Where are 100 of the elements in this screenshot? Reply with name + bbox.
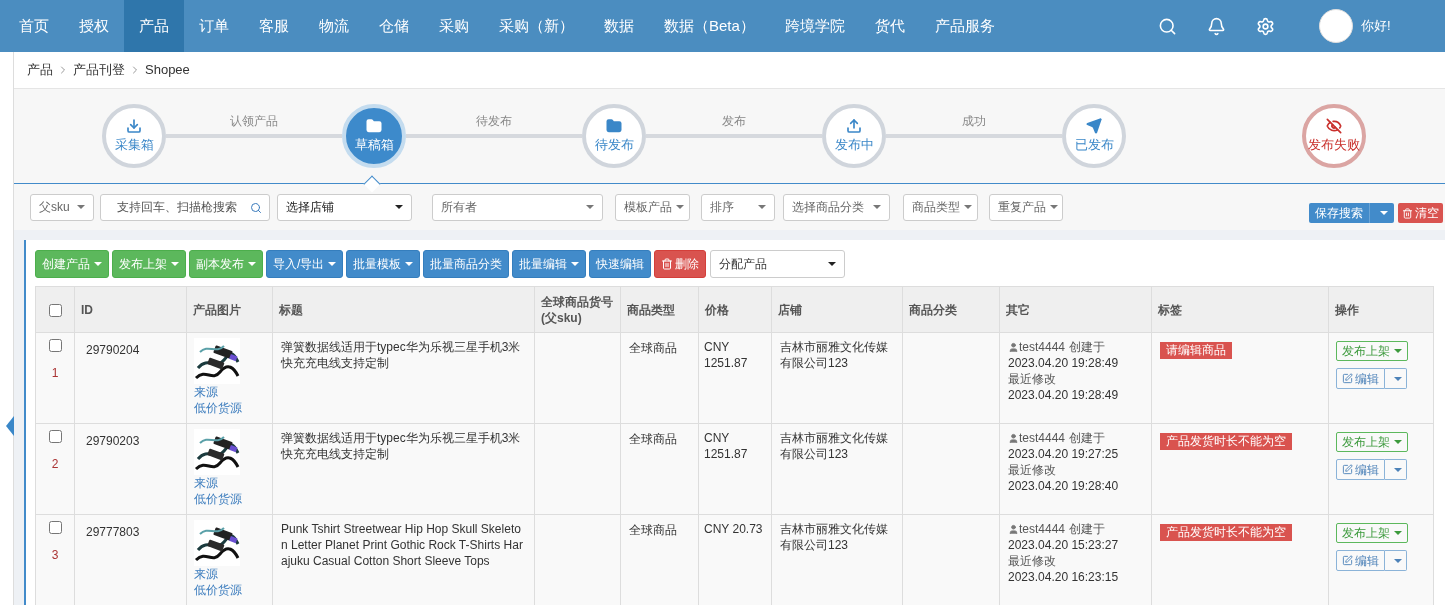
modified-label: 最近修改 <box>1008 553 1057 569</box>
toolbar-button[interactable]: 批量商品分类 <box>423 250 510 278</box>
filter-dropdown[interactable]: 父sku <box>30 193 94 221</box>
nav-tab[interactable]: 授权 <box>64 0 124 52</box>
table-header-cell: 标题 <box>272 286 535 333</box>
user-icon <box>1008 523 1019 535</box>
filter-dropdown[interactable]: 选择商品分类 <box>783 193 890 221</box>
more-actions-button[interactable] <box>1385 368 1407 389</box>
row-checkbox[interactable] <box>48 339 62 352</box>
source-link[interactable]: 来源 <box>194 384 265 400</box>
nav-tab[interactable]: 首页 <box>4 0 64 52</box>
nav-tab[interactable]: 数据 <box>589 0 649 52</box>
folder-icon <box>366 117 382 134</box>
edit-icon <box>1342 464 1353 475</box>
assign-dropdown[interactable]: 分配产品 <box>710 250 846 278</box>
nav-tab[interactable]: 产品服务 <box>919 0 1010 52</box>
nav-tab[interactable]: 跨境学院 <box>769 0 860 52</box>
source-link[interactable]: 来源 <box>194 566 265 582</box>
nav-tab[interactable]: 仓储 <box>364 0 424 52</box>
modified-time: 2023.04.20 19:28:40 <box>1008 478 1120 494</box>
toolbar-button[interactable]: 快速编辑 <box>589 250 652 278</box>
settings-icon[interactable] <box>1256 16 1275 36</box>
toolbar-button[interactable]: 发布上架 <box>112 250 186 278</box>
nav-tab[interactable]: 数据（Beta） <box>649 0 770 52</box>
toolbar-button[interactable]: 批量模板 <box>346 250 421 278</box>
source-link[interactable]: 低价货源 <box>194 491 265 507</box>
toolbar-button[interactable]: 批量编辑 <box>512 250 587 278</box>
caret-icon <box>676 205 684 209</box>
table-header-cell: 价格 <box>698 286 772 333</box>
more-actions-button[interactable] <box>1385 459 1407 480</box>
table-header-cell: 商品类型 <box>620 286 699 333</box>
caret-icon <box>77 205 85 209</box>
save-search-button[interactable]: 保存搜索 <box>1309 203 1394 223</box>
table-header-cell: 商品分类 <box>902 286 1000 333</box>
caret-icon <box>873 205 881 209</box>
user-greeting[interactable]: 你好! <box>1361 16 1421 36</box>
nav-tab[interactable]: 货代 <box>859 0 920 52</box>
source-link[interactable]: 低价货源 <box>194 400 265 416</box>
filter-dropdown[interactable]: 所有者 <box>432 193 603 221</box>
edit-button[interactable]: 编辑 <box>1336 368 1385 389</box>
status-tag: 请编辑商品 <box>1160 342 1232 359</box>
upload-icon <box>846 117 862 134</box>
search-field[interactable]: 支持回车、扫描枪搜索 <box>100 193 270 221</box>
edit-icon <box>1342 555 1353 566</box>
clear-button[interactable]: 清空 <box>1398 203 1443 223</box>
search-icon[interactable] <box>1158 16 1177 36</box>
nav-tab[interactable]: 产品 <box>124 0 184 52</box>
filter-dropdown[interactable]: 选择店铺 <box>277 193 412 221</box>
publish-button[interactable]: 发布上架 <box>1336 523 1408 543</box>
step-connector-label: 成功 <box>962 113 986 130</box>
edit-button[interactable]: 编辑 <box>1336 459 1385 480</box>
filter-dropdown[interactable]: 模板产品 <box>615 193 690 221</box>
breadcrumb-link[interactable]: 产品 <box>27 60 53 80</box>
select-all-checkbox[interactable] <box>48 303 62 317</box>
created-label: 创建于 <box>1069 339 1106 355</box>
row-checkbox[interactable] <box>48 430 62 443</box>
source-link[interactable]: 来源 <box>194 475 265 491</box>
table-cell: 弹簧数据线适用于typec华为乐视三星手机3米快充充电线支持定制 <box>272 423 535 515</box>
nav-tab[interactable]: 物流 <box>304 0 364 52</box>
filter-dropdown[interactable]: 商品类型 <box>903 193 978 221</box>
toolbar-button[interactable]: 删除 <box>654 250 707 278</box>
caret-icon <box>1393 558 1402 563</box>
created-time: 2023.04.20 15:23:27 <box>1008 537 1120 553</box>
table-cell: CNY 1251.87 <box>698 423 772 515</box>
table-header-cell: 全球商品货号 (父sku) <box>534 286 621 333</box>
row-checkbox[interactable] <box>48 521 62 534</box>
toolbar-button[interactable]: 导入/导出 <box>266 250 344 278</box>
publish-button[interactable]: 发布上架 <box>1336 341 1408 361</box>
owner-name: test4444 <box>1019 430 1066 446</box>
table-cell: 全球商品 <box>620 332 699 424</box>
edit-button[interactable]: 编辑 <box>1336 550 1385 571</box>
nav-tab[interactable]: 采购（新） <box>484 0 589 52</box>
modified-label: 最近修改 <box>1008 371 1057 387</box>
trash-icon <box>661 258 674 270</box>
avatar[interactable] <box>1319 9 1353 43</box>
notification-bell-icon[interactable] <box>1207 16 1226 36</box>
modified-time: 2023.04.20 16:23:15 <box>1008 569 1120 585</box>
filter-dropdown[interactable]: 重复产品 <box>989 193 1063 221</box>
nav-tab[interactable]: 订单 <box>184 0 244 52</box>
row-number: 3 <box>51 547 59 564</box>
toolbar-button[interactable]: 创建产品 <box>35 250 109 278</box>
status-tag: 产品发货时长不能为空 <box>1160 433 1292 450</box>
caret-icon <box>1394 440 1402 444</box>
created-time: 2023.04.20 19:27:25 <box>1008 446 1120 462</box>
step-connector-label: 认领产品 <box>230 113 278 130</box>
more-actions-button[interactable] <box>1385 550 1407 571</box>
breadcrumb-link[interactable]: 产品刊登 <box>73 60 125 80</box>
filter-dropdown[interactable]: 排序 <box>701 193 775 221</box>
nav-tab[interactable]: 客服 <box>244 0 304 52</box>
eye-off-icon <box>1326 117 1342 134</box>
nav-tab[interactable]: 采购 <box>424 0 484 52</box>
user-icon <box>1008 341 1019 353</box>
status-tag: 产品发货时长不能为空 <box>1160 524 1292 541</box>
publish-button[interactable]: 发布上架 <box>1336 432 1408 452</box>
source-link[interactable]: 低价货源 <box>194 582 265 598</box>
table-cell: 全球商品 <box>620 423 699 515</box>
breadcrumb-link[interactable]: Shopee <box>145 60 190 80</box>
toolbar-button[interactable]: 副本发布 <box>189 250 263 278</box>
owner-name: test4444 <box>1019 521 1066 537</box>
caret-icon <box>828 262 837 266</box>
